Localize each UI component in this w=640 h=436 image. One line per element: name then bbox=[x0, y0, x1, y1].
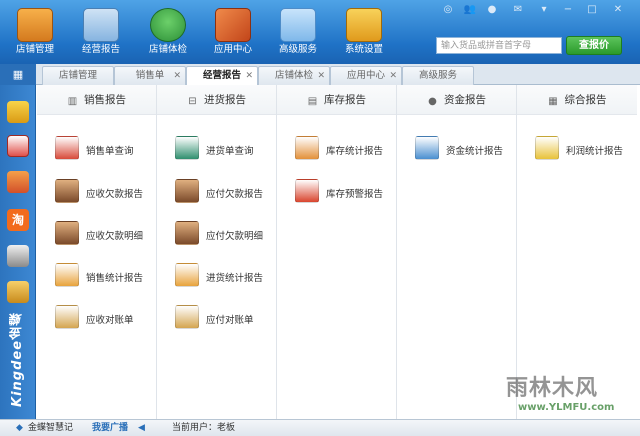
nav-store-checkup-button[interactable]: 店铺体检 bbox=[137, 6, 199, 62]
report-link-inventory-warning[interactable]: 库存预警报告 bbox=[295, 179, 395, 205]
report-panel: ▥ 销售报告 销售单查询 应收欠款报告 应收欠款明细 销售统计报告 应收对账单 ⊟… bbox=[37, 85, 640, 419]
kingdee-logo: Kingdee金蝶 bbox=[10, 311, 25, 407]
report-doc-icon bbox=[175, 263, 199, 287]
report-link-purchase-order-query[interactable]: 进货单查询 bbox=[175, 136, 275, 162]
report-link-receivable-detail[interactable]: 应收欠款明细 bbox=[55, 221, 155, 247]
report-doc-icon bbox=[175, 305, 199, 329]
report-link-receivable-report[interactable]: 应收欠款报告 bbox=[55, 179, 155, 205]
current-user-label: 当前用户：老板 bbox=[172, 423, 236, 433]
tab-advanced-service[interactable]: 高级服务 bbox=[402, 66, 474, 85]
cloud-icon bbox=[280, 8, 316, 42]
shop-icon[interactable] bbox=[7, 245, 29, 267]
speaker-icon[interactable]: ◀ bbox=[138, 420, 145, 436]
grid-menu-icon[interactable]: ▦ bbox=[0, 64, 36, 85]
report-clipboard-icon bbox=[83, 8, 119, 42]
report-link-payable-detail[interactable]: 应付欠款明细 bbox=[175, 221, 275, 247]
calculator-icon[interactable] bbox=[7, 171, 29, 193]
report-doc-icon bbox=[55, 221, 79, 245]
report-doc-icon bbox=[175, 221, 199, 245]
tab-close-icon[interactable]: ✕ bbox=[173, 67, 181, 85]
app-window: 店铺管理 经营报告 店铺体检 应用中心 高级服务 系统设置 ◎ 👥 ● ✉ ▾ … bbox=[0, 0, 640, 436]
column-header: ▤ 库存报告 bbox=[277, 85, 396, 115]
report-doc-icon bbox=[415, 136, 439, 160]
report-link-receivable-statement[interactable]: 应收对账单 bbox=[55, 305, 155, 331]
sales-report-column: ▥ 销售报告 销售单查询 应收欠款报告 应收欠款明细 销售统计报告 应收对账单 bbox=[37, 85, 157, 419]
gear-box-icon bbox=[346, 8, 382, 42]
warning-icon bbox=[295, 179, 319, 203]
report-link-sales-statistics[interactable]: 销售统计报告 bbox=[55, 263, 155, 289]
close-icon[interactable]: ✕ bbox=[610, 4, 626, 16]
tab-close-icon[interactable]: ✕ bbox=[245, 67, 253, 85]
tab-sales-order[interactable]: 销售单 ✕ bbox=[114, 66, 186, 85]
user-icon[interactable]: ● bbox=[484, 4, 500, 16]
grid-icon: ▦ bbox=[548, 96, 558, 107]
column-header: ● 资金报告 bbox=[397, 85, 516, 115]
tab-business-report[interactable]: 经营报告 ✕ bbox=[186, 66, 258, 86]
tab-store-checkup[interactable]: 店铺体检 ✕ bbox=[258, 66, 330, 85]
coins-icon[interactable] bbox=[7, 101, 29, 123]
app-cube-icon bbox=[215, 8, 251, 42]
box-icon: ▤ bbox=[307, 96, 318, 107]
tab-close-icon[interactable]: ✕ bbox=[389, 67, 397, 85]
report-doc-icon bbox=[175, 136, 199, 160]
status-bar: ◆ 金蝶智慧记 我要广播 ◀ 当前用户：老板 bbox=[0, 419, 640, 436]
message-icon[interactable]: ✉ bbox=[510, 4, 526, 16]
report-link-sales-order-query[interactable]: 销售单查询 bbox=[55, 136, 155, 162]
minimize-icon[interactable]: − bbox=[560, 4, 576, 16]
report-doc-icon bbox=[55, 179, 79, 203]
coin-icon: ● bbox=[428, 96, 437, 107]
report-doc-icon bbox=[175, 179, 199, 203]
nav-app-center-button[interactable]: 应用中心 bbox=[202, 6, 264, 62]
purchase-report-column: ⊟ 进货报告 进货单查询 应付欠款报告 应付欠款明细 进货统计报告 应付对账单 bbox=[157, 85, 277, 419]
report-link-funds-statistics[interactable]: 资金统计报告 bbox=[415, 136, 515, 162]
bar-chart-icon: ▥ bbox=[67, 96, 78, 107]
users-icon[interactable]: 👥 bbox=[462, 4, 478, 16]
nav-system-settings-button[interactable]: 系统设置 bbox=[333, 6, 395, 62]
funds-report-column: ● 资金报告 资金统计报告 bbox=[397, 85, 517, 419]
report-doc-icon bbox=[535, 136, 559, 160]
report-link-payable-statement[interactable]: 应付对账单 bbox=[175, 305, 275, 331]
report-doc-icon bbox=[55, 136, 79, 160]
report-doc-icon bbox=[295, 136, 319, 160]
maximize-icon[interactable]: □ bbox=[584, 4, 600, 16]
brand-label: 金蝶智慧记 bbox=[28, 423, 74, 433]
report-link-payable-report[interactable]: 应付欠款报告 bbox=[175, 179, 275, 205]
taobao-icon[interactable]: 淘 bbox=[7, 209, 29, 231]
broadcast-link[interactable]: 我要广播 bbox=[92, 420, 128, 436]
report-doc-icon bbox=[55, 263, 79, 287]
nav-business-report-button[interactable]: 经营报告 bbox=[70, 6, 132, 62]
tab-app-center[interactable]: 应用中心 ✕ bbox=[330, 66, 402, 85]
tab-strip: ▦ 店铺管理 销售单 ✕ 经营报告 ✕ 店铺体检 ✕ 应用中心 ✕ 高级服务 bbox=[0, 64, 640, 86]
report-link-purchase-statistics[interactable]: 进货统计报告 bbox=[175, 263, 275, 289]
calendar-icon[interactable] bbox=[7, 135, 29, 157]
column-header: ⊟ 进货报告 bbox=[157, 85, 276, 115]
check-price-button[interactable]: 查报价 bbox=[566, 36, 622, 55]
product-search-input[interactable]: 输入货品或拼音首字母 bbox=[436, 37, 562, 54]
tab-close-icon[interactable]: ✕ bbox=[317, 67, 325, 85]
left-sidebar: 淘 Kingdee金蝶 bbox=[0, 85, 36, 419]
storefront-icon bbox=[17, 8, 53, 42]
nav-advanced-service-button[interactable]: 高级服务 bbox=[267, 6, 329, 62]
cart-icon: ⊟ bbox=[188, 96, 197, 107]
column-header: ▥ 销售报告 bbox=[37, 85, 156, 115]
nav-store-management-button[interactable]: 店铺管理 bbox=[4, 6, 66, 62]
column-header: ▦ 综合报告 bbox=[517, 85, 637, 115]
inventory-report-column: ▤ 库存报告 库存统计报告 库存预警报告 bbox=[277, 85, 397, 419]
report-doc-icon bbox=[55, 305, 79, 329]
main-toolbar: 店铺管理 经营报告 店铺体检 应用中心 高级服务 系统设置 ◎ 👥 ● ✉ ▾ … bbox=[0, 0, 640, 64]
skin-icon[interactable]: ◎ bbox=[440, 4, 456, 16]
site-watermark: 雨林木风 www.YLMFU.com bbox=[506, 376, 615, 413]
menu-arrow-icon[interactable]: ▾ bbox=[536, 4, 552, 16]
report-link-inventory-statistics[interactable]: 库存统计报告 bbox=[295, 136, 395, 162]
green-house-icon bbox=[150, 8, 186, 42]
report-link-profit-statistics[interactable]: 利润统计报告 bbox=[535, 136, 635, 162]
brand-icon: ◆ bbox=[16, 423, 23, 433]
tab-store-management[interactable]: 店铺管理 bbox=[42, 66, 114, 85]
comprehensive-report-column: ▦ 综合报告 利润统计报告 bbox=[517, 85, 637, 419]
